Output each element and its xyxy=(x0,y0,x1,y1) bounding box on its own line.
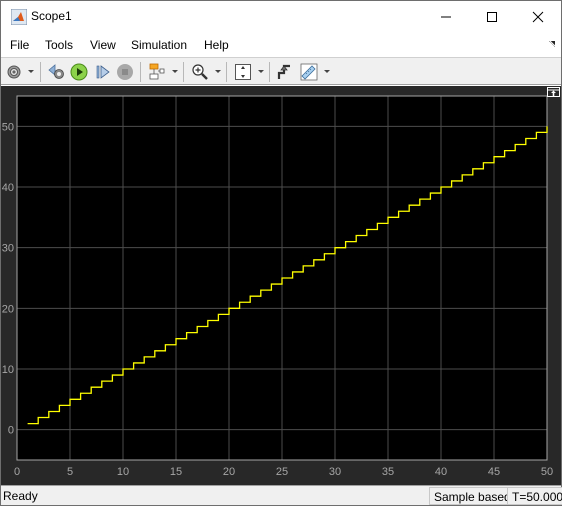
maximize-button[interactable] xyxy=(469,1,515,32)
toolbar-separator xyxy=(226,62,227,82)
scale-axes-dropdown-arrow[interactable] xyxy=(258,70,264,73)
scope-window: Scope1 File Tools View Simulation Help 0… xyxy=(0,0,562,506)
menu-bar: File Tools View Simulation Help xyxy=(1,34,561,56)
scope-display: 0 5 10 15 20 25 30 35 40 45 50 0 10 20 30 40 50 xyxy=(1,86,561,485)
toolbar-separator xyxy=(269,62,270,82)
configuration-properties-button[interactable] xyxy=(4,62,24,82)
x-tick-label: 30 xyxy=(329,466,341,478)
menu-simulation[interactable]: Simulation xyxy=(131,38,187,52)
status-text: Ready xyxy=(3,489,38,503)
title-bar: Scope1 xyxy=(1,1,561,32)
triggers-button[interactable] xyxy=(275,62,295,82)
simulation-time-indicator: T=50.000 xyxy=(507,487,562,505)
window-title: Scope1 xyxy=(31,9,72,23)
measurements-dropdown-arrow[interactable] xyxy=(324,70,330,73)
matlab-logo-icon xyxy=(11,9,27,25)
step-back-button[interactable] xyxy=(47,62,67,82)
highlight-dropdown-arrow[interactable] xyxy=(172,70,178,73)
maximize-icon xyxy=(487,11,497,22)
y-tick-label: 40 xyxy=(2,182,14,194)
trigger-icon xyxy=(277,64,290,79)
zoom-in-icon xyxy=(192,64,208,80)
zoom-dropdown-arrow[interactable] xyxy=(215,70,221,73)
stop-icon xyxy=(117,64,133,80)
scale-axes-icon xyxy=(235,64,251,80)
measurements-button[interactable] xyxy=(299,62,319,82)
scale-axes-button[interactable] xyxy=(233,62,253,82)
x-tick-label: 35 xyxy=(382,466,394,478)
step-back-icon xyxy=(48,64,64,79)
step-forward-icon xyxy=(96,65,110,79)
block-highlight-icon xyxy=(149,63,165,80)
y-tick-label: 50 xyxy=(2,121,14,133)
toolbar-separator xyxy=(183,62,184,82)
x-tick-label: 40 xyxy=(435,466,447,478)
menu-tools[interactable]: Tools xyxy=(45,38,73,52)
gear-icon xyxy=(7,65,21,79)
x-tick-label: 15 xyxy=(170,466,182,478)
y-tick-label: 30 xyxy=(2,243,14,255)
toolbar xyxy=(1,57,561,85)
undock-icon xyxy=(548,89,559,96)
ruler-icon xyxy=(300,63,318,81)
zoom-in-button[interactable] xyxy=(190,62,210,82)
configuration-dropdown-arrow[interactable] xyxy=(28,70,34,73)
x-tick-label: 50 xyxy=(541,466,553,478)
x-tick-label: 25 xyxy=(276,466,288,478)
x-tick-label: 45 xyxy=(488,466,500,478)
toolbar-separator xyxy=(40,62,41,82)
y-tick-label: 0 xyxy=(8,425,14,437)
status-bar: Ready Sample based T=50.000 xyxy=(1,485,562,505)
x-tick-label: 10 xyxy=(117,466,129,478)
scope-plot[interactable]: 0 5 10 15 20 25 30 35 40 45 50 0 10 20 30 40 50 xyxy=(1,86,561,485)
undock-button[interactable] xyxy=(547,87,560,97)
y-tick-label: 20 xyxy=(2,303,14,315)
stop-button[interactable] xyxy=(115,62,135,82)
toolbar-dock-arrow-icon[interactable] xyxy=(549,40,557,48)
y-tick-label: 10 xyxy=(2,364,14,376)
x-tick-label: 20 xyxy=(223,466,235,478)
minimize-button[interactable] xyxy=(423,1,469,32)
play-icon xyxy=(70,63,88,81)
x-tick-label: 0 xyxy=(14,466,20,478)
toolbar-separator xyxy=(140,62,141,82)
highlight-simulink-block-button[interactable] xyxy=(147,62,167,82)
menu-file[interactable]: File xyxy=(10,38,29,52)
x-tick-label: 5 xyxy=(67,466,73,478)
step-forward-button[interactable] xyxy=(93,62,113,82)
menu-help[interactable]: Help xyxy=(204,38,229,52)
close-icon xyxy=(532,11,544,22)
close-button[interactable] xyxy=(515,1,561,32)
minimize-icon xyxy=(441,16,451,17)
run-button[interactable] xyxy=(69,62,89,82)
sample-mode-indicator: Sample based xyxy=(429,487,516,505)
menu-view[interactable]: View xyxy=(90,38,116,52)
